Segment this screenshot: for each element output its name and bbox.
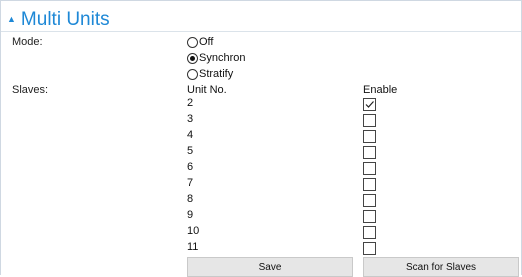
slaves-label: Slaves: bbox=[12, 84, 49, 96]
enable-checkbox[interactable] bbox=[363, 178, 376, 191]
header-divider bbox=[1, 31, 521, 32]
scan-for-slaves-button[interactable]: Scan for Slaves bbox=[363, 257, 519, 277]
radio-stratify[interactable] bbox=[187, 69, 198, 80]
enable-checkbox[interactable] bbox=[363, 226, 376, 239]
unit-number: 7 bbox=[187, 177, 194, 189]
enable-checkbox[interactable] bbox=[363, 114, 376, 127]
section-title: Multi Units bbox=[20, 8, 110, 30]
enable-checkbox[interactable] bbox=[363, 162, 376, 175]
enable-checkbox[interactable] bbox=[363, 146, 376, 159]
mode-option-off[interactable]: Off bbox=[187, 34, 213, 49]
collapse-caret-icon[interactable]: ▲ bbox=[7, 14, 16, 24]
unit-no-header: Unit No. bbox=[187, 84, 227, 96]
mode-option-stratify[interactable]: Stratify bbox=[187, 66, 233, 81]
mode-label: Mode: bbox=[12, 36, 43, 48]
enable-header: Enable bbox=[363, 84, 398, 96]
unit-number: 5 bbox=[187, 145, 194, 157]
section-header[interactable]: ▲ Multi Units bbox=[7, 6, 110, 32]
unit-number: 2 bbox=[187, 97, 194, 109]
mode-option-synchron-label: Synchron bbox=[199, 52, 246, 64]
unit-number: 4 bbox=[187, 129, 194, 141]
enable-checkbox[interactable] bbox=[363, 130, 376, 143]
unit-number: 11 bbox=[187, 241, 199, 253]
enable-checkbox[interactable] bbox=[363, 194, 376, 207]
enable-checkbox[interactable] bbox=[363, 98, 376, 111]
mode-option-off-label: Off bbox=[199, 36, 214, 48]
unit-number: 6 bbox=[187, 161, 194, 173]
unit-number: 9 bbox=[187, 209, 194, 221]
mode-option-synchron[interactable]: Synchron bbox=[187, 50, 245, 65]
enable-checkbox[interactable] bbox=[363, 242, 376, 255]
enable-checkbox[interactable] bbox=[363, 210, 376, 223]
unit-number: 3 bbox=[187, 113, 194, 125]
mode-option-stratify-label: Stratify bbox=[199, 68, 234, 80]
checkmark-icon bbox=[365, 101, 374, 108]
save-button[interactable]: Save bbox=[187, 257, 353, 277]
radio-synchron[interactable] bbox=[187, 53, 198, 64]
unit-number: 8 bbox=[187, 193, 194, 205]
multi-units-panel: ▲ Multi Units Mode: Off Synchron Stratif… bbox=[0, 0, 522, 277]
radio-off[interactable] bbox=[187, 37, 198, 48]
unit-number: 10 bbox=[187, 225, 200, 237]
